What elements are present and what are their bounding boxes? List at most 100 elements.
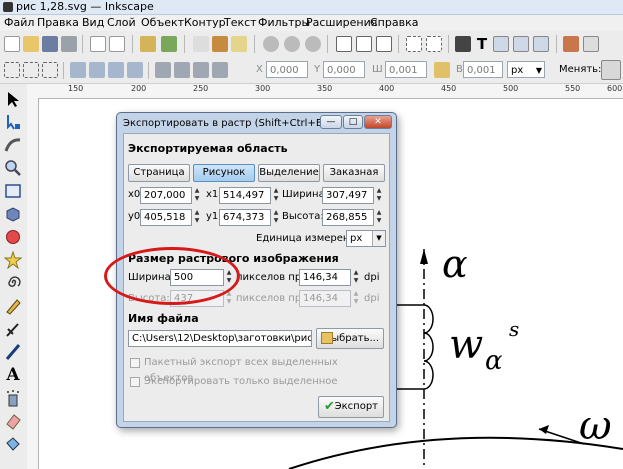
x-field[interactable]: 0,000 bbox=[266, 61, 308, 78]
new-document-icon[interactable] bbox=[4, 36, 20, 52]
rotate-ccw-icon[interactable] bbox=[70, 62, 86, 78]
duplicate-icon[interactable] bbox=[336, 36, 352, 52]
x0-spinner[interactable]: ▲ ▼ bbox=[193, 187, 201, 204]
lower-to-bottom-icon[interactable] bbox=[212, 62, 228, 78]
menu-text[interactable]: Текст bbox=[224, 16, 257, 30]
close-button[interactable]: ✕ bbox=[364, 115, 392, 129]
zoom-tool-icon[interactable] bbox=[4, 159, 22, 177]
y0-spinner[interactable]: ▲ ▼ bbox=[193, 209, 201, 226]
zoom-page-icon[interactable] bbox=[305, 36, 321, 52]
cut-icon[interactable] bbox=[212, 36, 228, 52]
selector-tool-icon[interactable] bbox=[4, 90, 22, 108]
copy-icon[interactable] bbox=[193, 36, 209, 52]
save-icon[interactable] bbox=[42, 36, 58, 52]
export-selected-checkbox[interactable] bbox=[130, 377, 140, 387]
ungroup-icon[interactable] bbox=[426, 36, 442, 52]
y0-field[interactable]: 405,518 bbox=[140, 209, 192, 226]
minimize-button[interactable]: — bbox=[320, 115, 342, 129]
menu-edit[interactable]: Правка bbox=[37, 16, 79, 30]
export-icon[interactable] bbox=[109, 36, 125, 52]
x1-field[interactable]: 514,497 bbox=[219, 187, 271, 204]
area-page-button[interactable]: Страница bbox=[128, 164, 190, 182]
y-field[interactable]: 0,000 bbox=[323, 61, 365, 78]
unlink-clone-icon[interactable] bbox=[376, 36, 392, 52]
area-custom-button[interactable]: Заказная bbox=[323, 164, 385, 182]
text-font-icon[interactable]: T bbox=[474, 36, 490, 52]
import-icon[interactable] bbox=[90, 36, 106, 52]
eraser-tool-icon[interactable] bbox=[4, 412, 22, 430]
deselect-icon[interactable] bbox=[42, 62, 58, 78]
flip-vertical-icon[interactable] bbox=[127, 62, 143, 78]
open-icon[interactable] bbox=[23, 36, 39, 52]
menu-path[interactable]: Контур bbox=[184, 16, 226, 30]
xml-editor-icon[interactable] bbox=[493, 36, 509, 52]
x1-spinner[interactable]: ▲ ▼ bbox=[272, 187, 280, 204]
tweak-tool-icon[interactable] bbox=[4, 136, 22, 154]
menu-help[interactable]: Справка bbox=[370, 16, 418, 30]
paste-icon[interactable] bbox=[231, 36, 247, 52]
export-button[interactable]: ✔ Экспорт bbox=[318, 396, 384, 418]
flip-horizontal-icon[interactable] bbox=[108, 62, 124, 78]
3d-box-tool-icon[interactable] bbox=[4, 205, 22, 223]
menu-object[interactable]: Объект bbox=[141, 16, 184, 30]
menu-view[interactable]: Вид bbox=[82, 16, 104, 30]
lock-icon[interactable] bbox=[434, 62, 450, 78]
fill-stroke-icon[interactable] bbox=[455, 36, 471, 52]
scale-stroke-icon[interactable] bbox=[601, 60, 621, 80]
ellipse-tool-icon[interactable] bbox=[4, 228, 22, 246]
dpi-field-2[interactable]: 146,34 bbox=[299, 290, 351, 307]
zoom-drawing-icon[interactable] bbox=[284, 36, 300, 52]
units-dropdown[interactable]: px ▼ bbox=[346, 230, 386, 247]
spray-tool-icon[interactable] bbox=[4, 389, 22, 407]
area-width-spinner[interactable]: ▲ ▼ bbox=[375, 187, 383, 204]
maximize-button[interactable]: □ bbox=[343, 115, 363, 129]
calligraphy-tool-icon[interactable] bbox=[4, 343, 22, 361]
dpi-spinner[interactable]: ▲ ▼ bbox=[352, 269, 360, 286]
area-drawing-button[interactable]: Рисунок bbox=[193, 164, 255, 182]
spiral-tool-icon[interactable] bbox=[4, 274, 22, 292]
transform-dialog-icon[interactable] bbox=[533, 36, 549, 52]
text-tool-icon[interactable]: A bbox=[4, 366, 22, 384]
dpi-field[interactable]: 146,34 bbox=[299, 269, 351, 286]
paint-bucket-tool-icon[interactable] bbox=[4, 435, 22, 453]
group-icon[interactable] bbox=[406, 36, 422, 52]
area-selection-button[interactable]: Выделение bbox=[258, 164, 320, 182]
y1-field[interactable]: 674,373 bbox=[219, 209, 271, 226]
redo-icon[interactable] bbox=[161, 36, 177, 52]
dpi-spinner-2[interactable]: ▲ ▼ bbox=[352, 290, 360, 307]
node-tool-icon[interactable] bbox=[4, 113, 22, 131]
area-height-field[interactable]: 268,855 bbox=[322, 209, 374, 226]
area-width-field[interactable]: 307,497 bbox=[322, 187, 374, 204]
select-all-layers-icon[interactable] bbox=[23, 62, 39, 78]
batch-export-checkbox[interactable] bbox=[130, 358, 140, 368]
area-height-spinner[interactable]: ▲ ▼ bbox=[375, 209, 383, 226]
w-field[interactable]: 0,001 bbox=[385, 61, 427, 78]
raise-icon[interactable] bbox=[174, 62, 190, 78]
pen-tool-icon[interactable] bbox=[4, 320, 22, 338]
menu-extensions[interactable]: Расширения bbox=[306, 16, 377, 30]
align-distribute-icon[interactable] bbox=[513, 36, 529, 52]
rotate-cw-icon[interactable] bbox=[89, 62, 105, 78]
menu-file[interactable]: Файл bbox=[4, 16, 34, 30]
units-select[interactable]: px ▼ bbox=[507, 61, 545, 78]
raise-to-top-icon[interactable] bbox=[155, 62, 171, 78]
lower-icon[interactable] bbox=[193, 62, 209, 78]
menu-filters[interactable]: Фильтры bbox=[258, 16, 310, 30]
y1-spinner[interactable]: ▲ ▼ bbox=[272, 209, 280, 226]
clone-icon[interactable] bbox=[356, 36, 372, 52]
zoom-selection-icon[interactable] bbox=[263, 36, 279, 52]
browse-button[interactable]: Выбрать... bbox=[316, 328, 384, 349]
star-tool-icon[interactable] bbox=[4, 251, 22, 269]
preferences-icon[interactable] bbox=[563, 36, 579, 52]
print-icon[interactable] bbox=[61, 36, 77, 52]
rectangle-tool-icon[interactable] bbox=[4, 182, 22, 200]
x0-field[interactable]: 207,000 bbox=[140, 187, 192, 204]
undo-icon[interactable] bbox=[140, 36, 156, 52]
select-all-icon[interactable] bbox=[4, 62, 20, 78]
ruler-tick: 350 bbox=[317, 84, 333, 93]
h-field[interactable]: 0,001 bbox=[463, 61, 503, 78]
document-properties-icon[interactable] bbox=[583, 36, 599, 52]
menu-layer[interactable]: Слой bbox=[107, 16, 136, 30]
pencil-tool-icon[interactable] bbox=[4, 297, 22, 315]
filename-field[interactable]: C:\Users\12\Desktop\заготовки\рис 1.28.\ bbox=[128, 330, 312, 347]
